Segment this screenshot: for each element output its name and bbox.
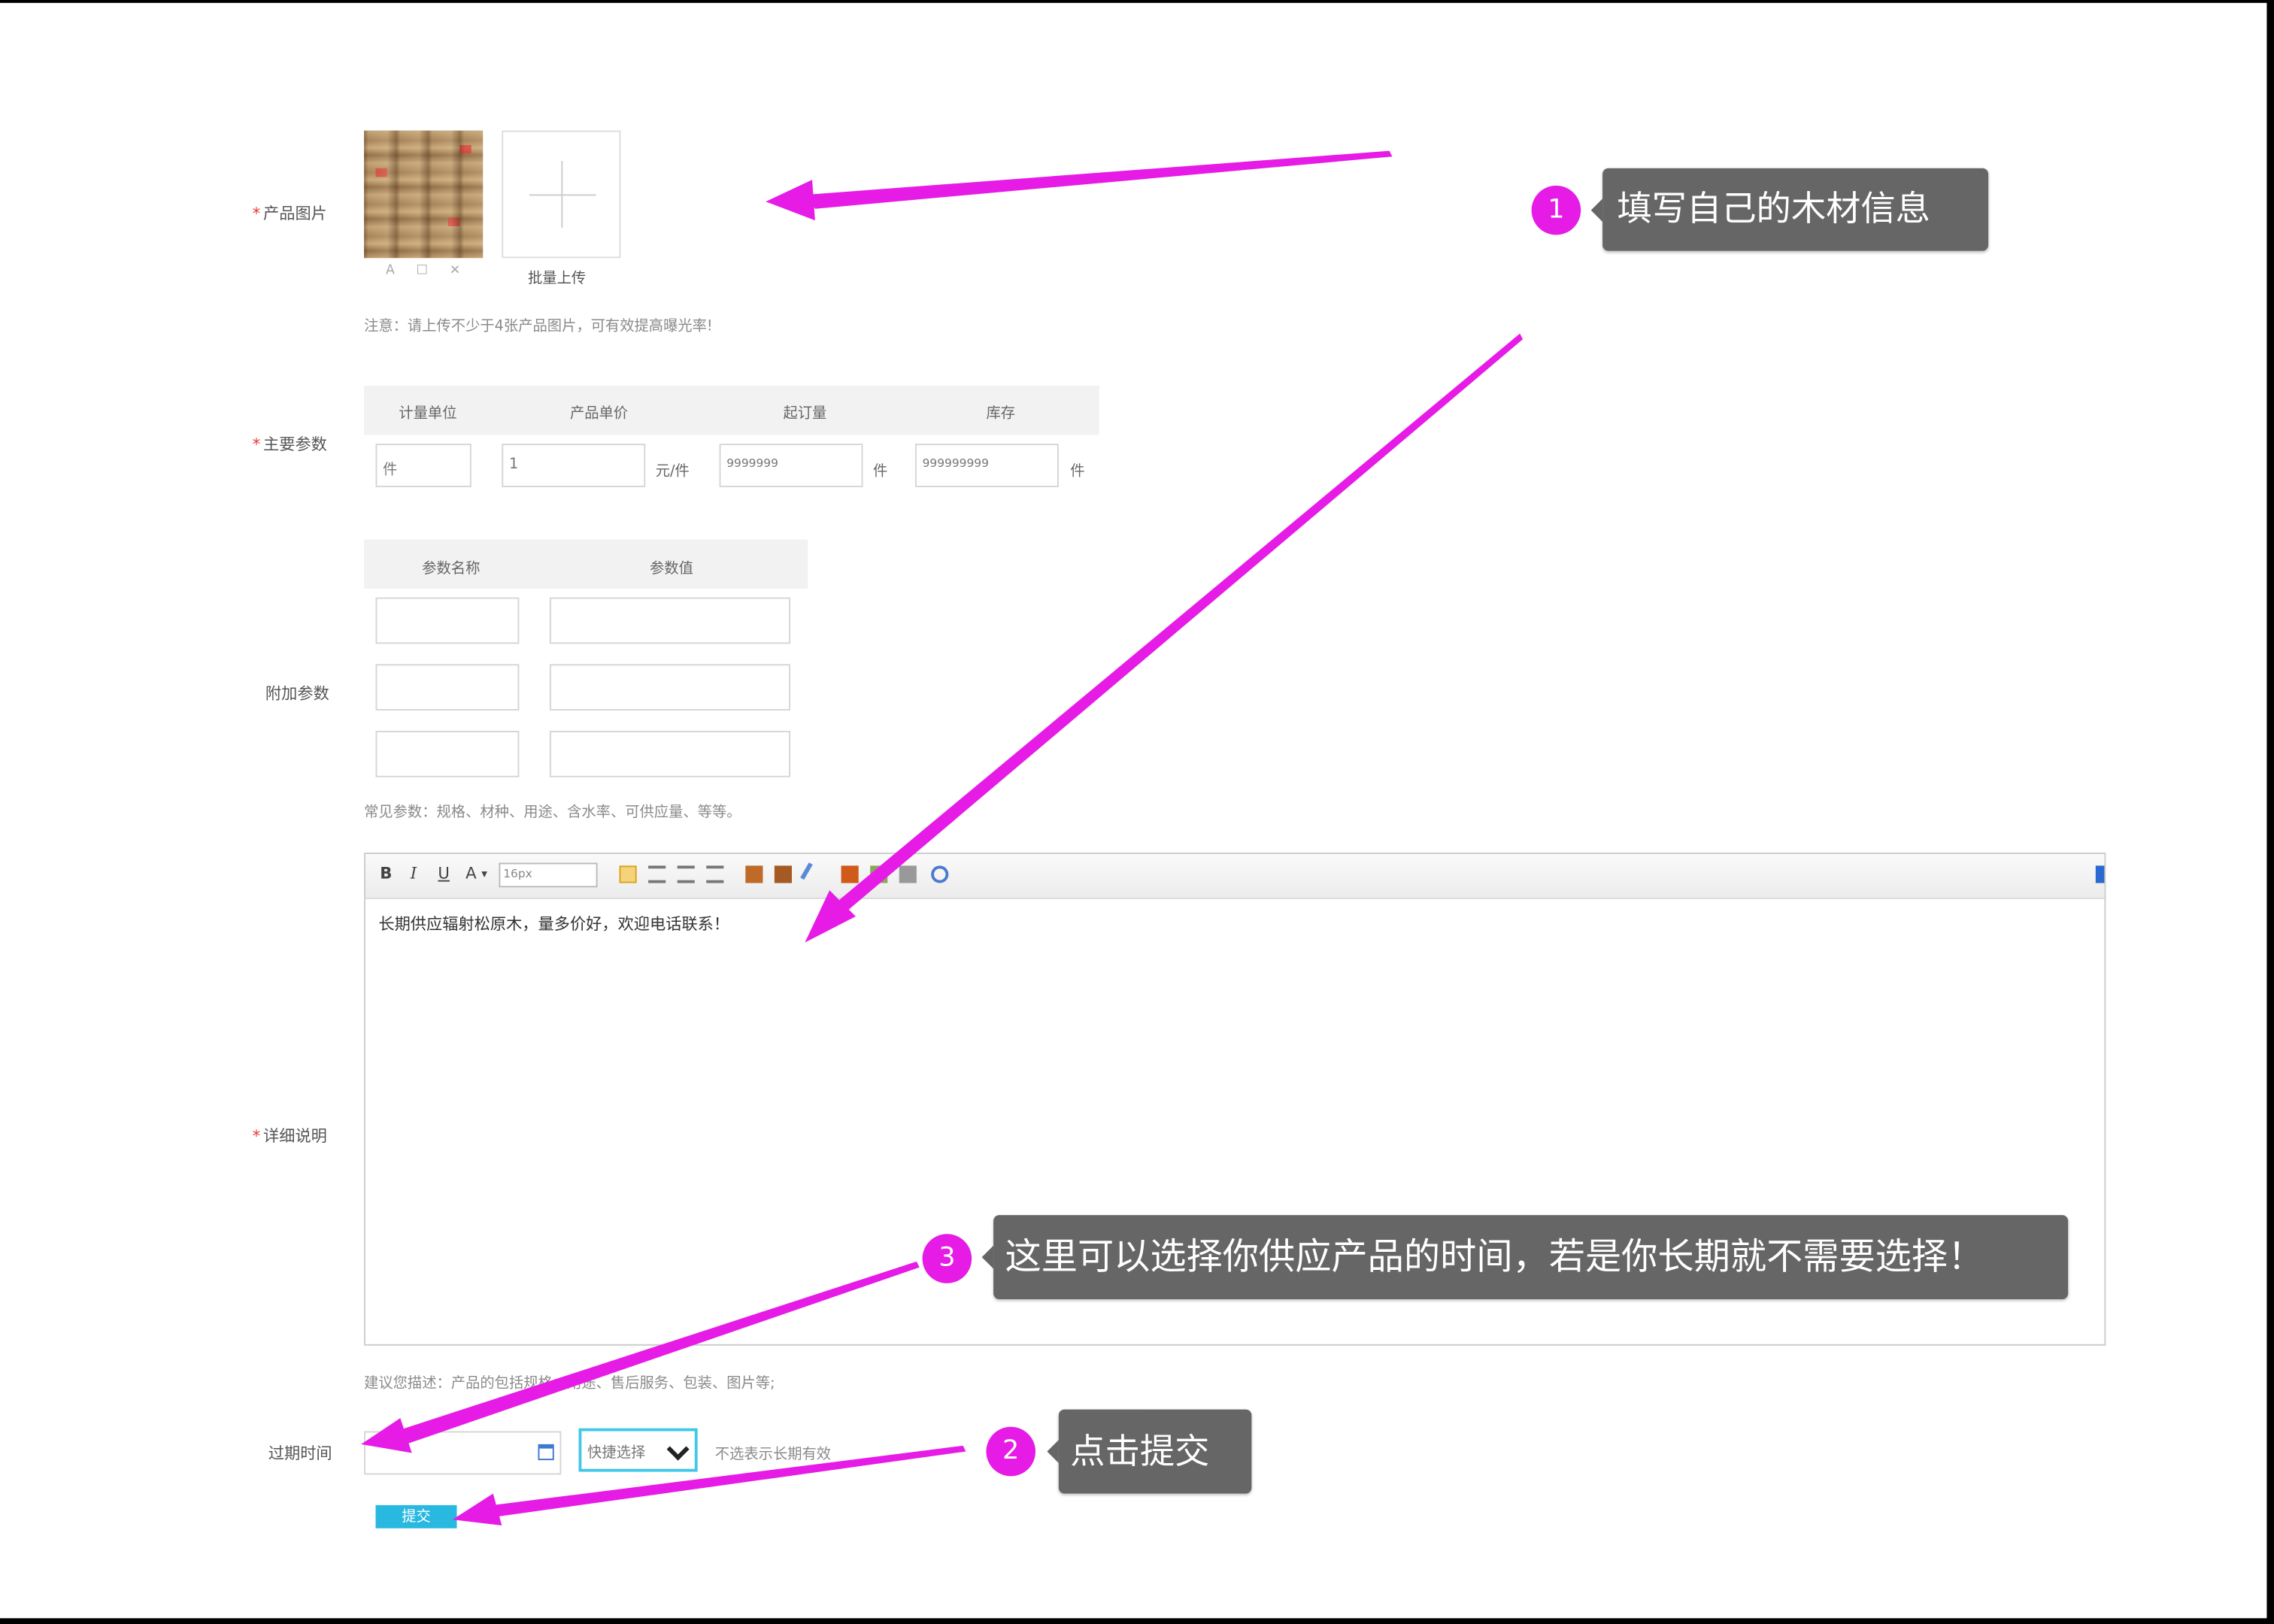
arrow-1-shaft (806, 150, 1393, 209)
screenshot-stage: * 产品图片 A ☐ ✕ 批量上传 注意：请上传不少于4张产品图片，可有效提高曝光… (0, 0, 2274, 1624)
arrow-4-head (452, 1493, 502, 1526)
arrow-4-shaft (493, 1445, 966, 1517)
arrow-3-head (361, 1418, 412, 1453)
annotation-badge-2: 2 (986, 1426, 1036, 1477)
annotation-callout-1: 填写自己的木材信息 (1590, 168, 1989, 251)
annotation-callout-2: 点击提交 (1047, 1409, 1252, 1494)
annotation-badge-1: 1 (1531, 185, 1581, 235)
arrow-3-shaft (400, 1261, 920, 1444)
arrow-1-head (766, 180, 815, 221)
arrow-2-shaft (836, 333, 1524, 914)
annotation-callout-3: 这里可以选择你供应产品的时间，若是你长期就不需要选择！ (981, 1215, 2069, 1300)
form-page: * 产品图片 A ☐ ✕ 批量上传 注意：请上传不少于4张产品图片，可有效提高曝光… (0, 2, 2267, 1619)
annotation-badge-3: 3 (922, 1234, 972, 1283)
